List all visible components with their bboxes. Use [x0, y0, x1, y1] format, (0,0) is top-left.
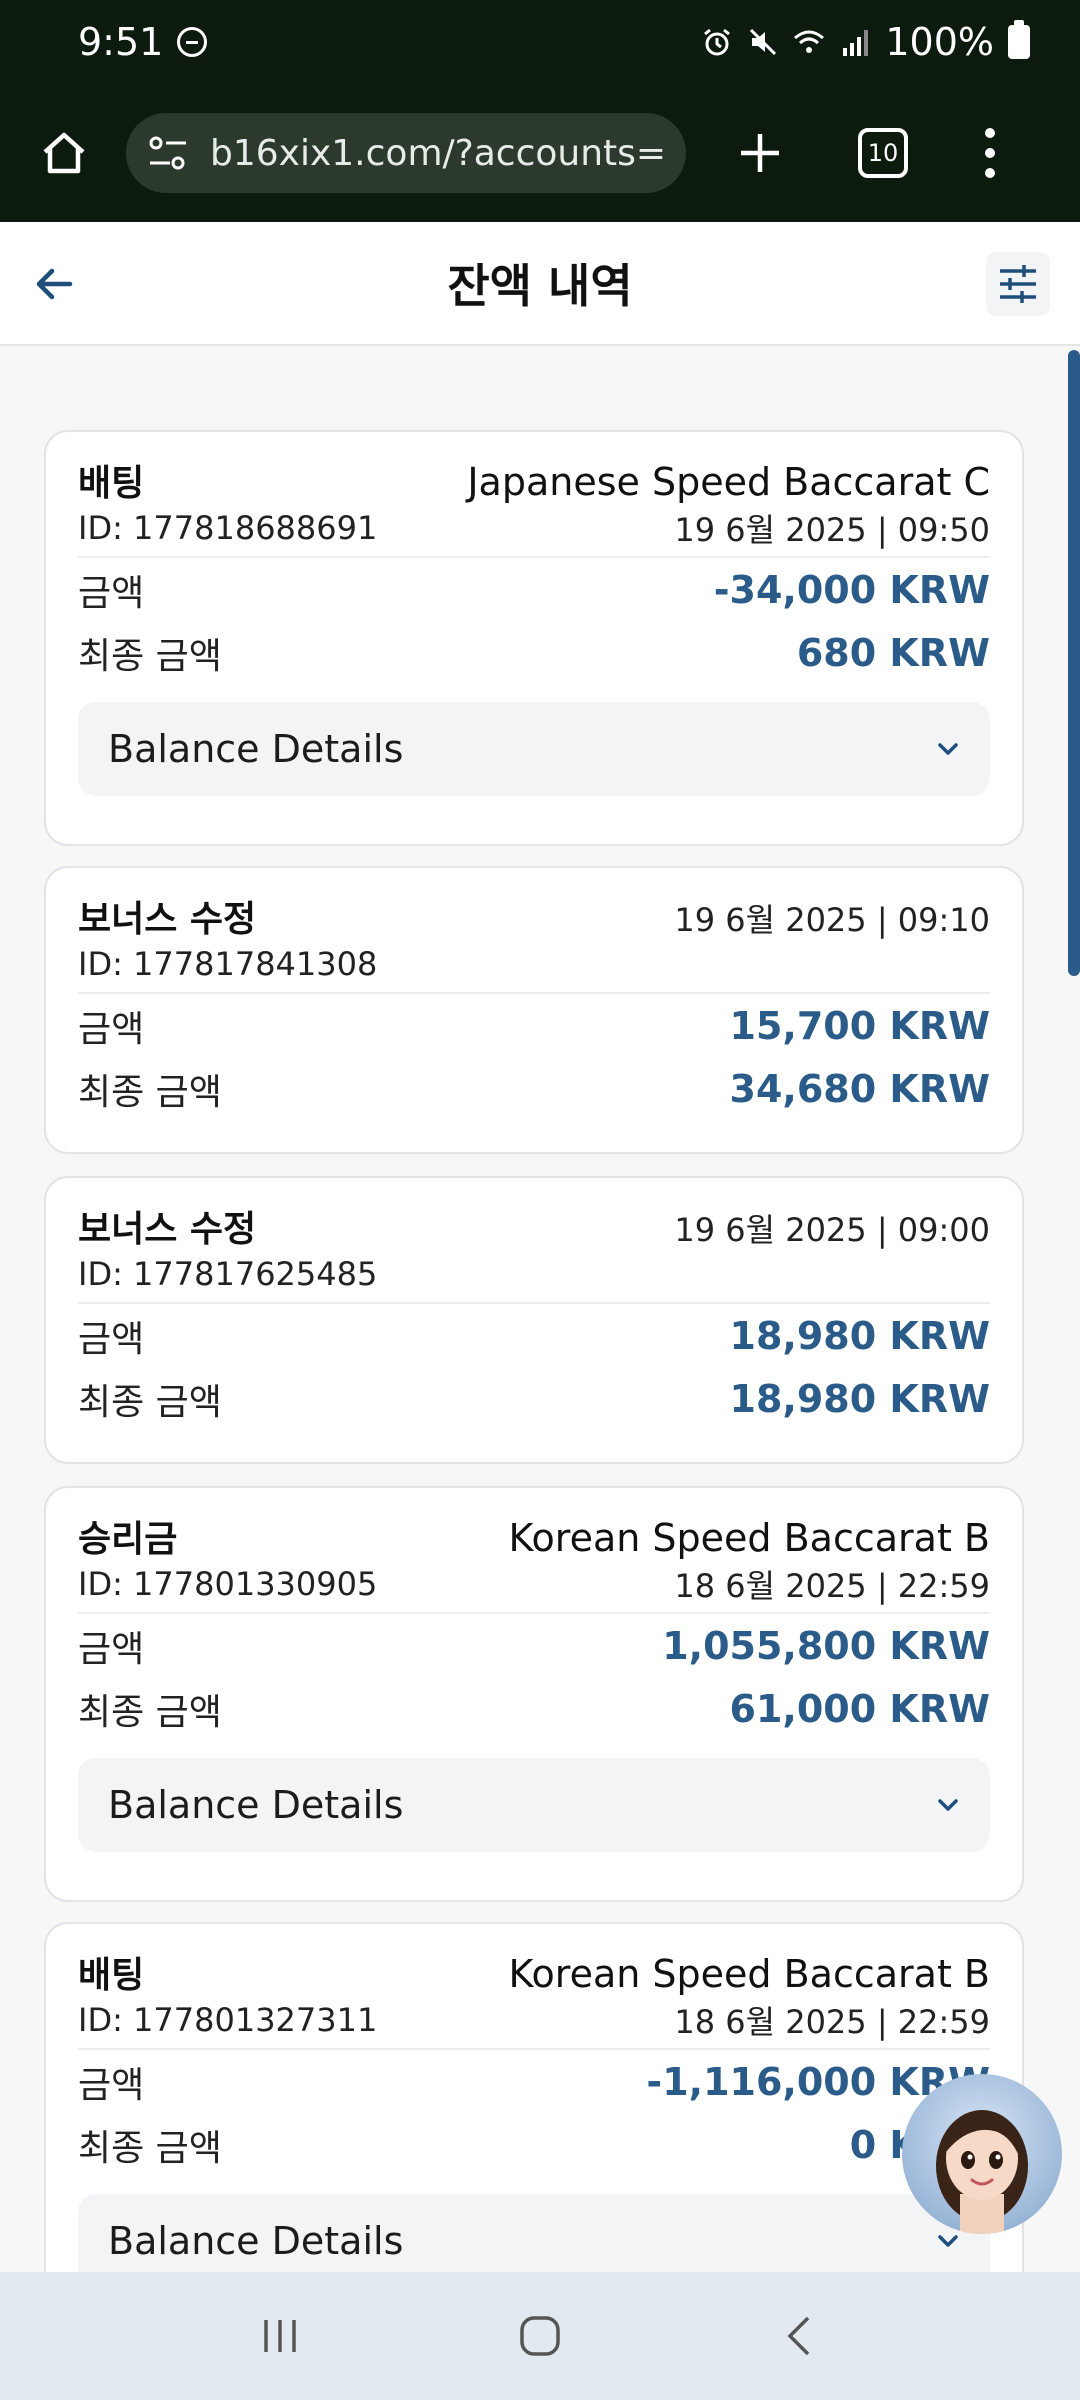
amount-value: 1,055,800 KRW: [662, 1623, 990, 1668]
final-amount-value: 34,680 KRW: [729, 1066, 991, 1111]
transaction-date: 18 6월 2025 | 22:59: [674, 1567, 990, 1605]
filter-button[interactable]: [986, 252, 1050, 316]
transaction-date: 19 6월 2025 | 09:10: [674, 901, 990, 939]
balance-details-toggle[interactable]: Balance Details: [78, 1758, 990, 1852]
tab-switcher-button[interactable]: 10: [858, 128, 908, 178]
final-amount-value: 61,000 KRW: [729, 1686, 991, 1731]
amount-label: 금액: [78, 572, 145, 614]
balance-details-label: Balance Details: [108, 1783, 404, 1827]
browser-toolbar: b16xix1.com/?accounts=%2 10: [0, 84, 1080, 222]
system-navigation-bar: [0, 2272, 1080, 2400]
page-header: 잔액 내역: [0, 222, 1080, 346]
home-nav-icon[interactable]: [518, 2314, 562, 2358]
transaction-card: 승리금 Korean Speed Baccarat B ID: 17780133…: [44, 1486, 1024, 1902]
menu-dot-icon: [985, 148, 995, 158]
arrow-left-icon: [36, 268, 73, 300]
battery-icon: [1008, 20, 1030, 59]
transaction-date: 19 6월 2025 | 09:50: [674, 511, 990, 549]
amount-label: 금액: [78, 1628, 145, 1670]
transaction-card: 보너스 수정 19 6월 2025 | 09:00 ID: 1778176254…: [44, 1176, 1024, 1464]
home-button[interactable]: [24, 113, 104, 193]
chevron-down-icon: [938, 1799, 958, 1811]
amount-label: 금액: [78, 1318, 145, 1360]
page-title: 잔액 내역: [447, 259, 633, 313]
assistant-avatar-button[interactable]: [902, 2074, 1062, 2234]
transactions-list[interactable]: 배팅 Japanese Speed Baccarat C ID: 1778186…: [0, 346, 1080, 2272]
transaction-type: 배팅: [78, 463, 145, 504]
transaction-type: 승리금: [78, 1519, 178, 1560]
new-tab-button[interactable]: [730, 113, 790, 193]
browser-menu-button[interactable]: [980, 113, 1000, 193]
game-name: Korean Speed Baccarat B: [508, 1516, 990, 1560]
url-text: b16xix1.com/?accounts=%2: [210, 132, 666, 174]
assistant-avatar-icon: [936, 2110, 1028, 2234]
transaction-type: 보너스 수정: [78, 1209, 257, 1250]
final-amount-label: 최종 금액: [78, 1381, 222, 1423]
transaction-id: ID: 177801327311: [78, 2001, 378, 2039]
mute-icon: [750, 28, 777, 56]
transaction-id: ID: 177818688691: [78, 509, 378, 547]
transaction-id: ID: 177801330905: [78, 1565, 378, 1603]
amount-label: 금액: [78, 1008, 145, 1050]
transaction-id: ID: 177817841308: [78, 945, 378, 983]
chevron-down-icon: [938, 2235, 958, 2247]
status-bar: 9:51 100%: [0, 0, 1080, 84]
final-amount-label: 최종 금액: [78, 1691, 222, 1733]
wifi-icon: [794, 30, 825, 53]
final-amount-label: 최종 금액: [78, 2127, 222, 2169]
transaction-type: 보너스 수정: [78, 899, 257, 940]
transaction-date: 19 6월 2025 | 09:00: [674, 1211, 990, 1249]
transaction-id: ID: 177817625485: [78, 1255, 378, 1293]
site-settings-icon: [149, 136, 186, 170]
amount-label: 금액: [78, 2064, 145, 2106]
back-nav-icon[interactable]: [778, 2314, 822, 2358]
amount-value: 18,980 KRW: [729, 1313, 991, 1358]
scrollbar[interactable]: [1068, 350, 1080, 976]
transaction-type: 배팅: [78, 1955, 145, 1996]
game-name: Japanese Speed Baccarat C: [467, 460, 990, 504]
url-field[interactable]: b16xix1.com/?accounts=%2: [126, 113, 686, 193]
back-button[interactable]: [26, 256, 82, 312]
final-amount-value: 18,980 KRW: [729, 1376, 991, 1421]
balance-details-label: Balance Details: [108, 727, 404, 771]
final-amount-label: 최종 금액: [78, 635, 222, 677]
transaction-card: 보너스 수정 19 6월 2025 | 09:10 ID: 1778178413…: [44, 866, 1024, 1154]
battery-percent: 100%: [885, 20, 994, 64]
recent-apps-icon[interactable]: [258, 2314, 302, 2358]
amount-value: 15,700 KRW: [729, 1003, 991, 1048]
status-time: 9:51: [78, 20, 164, 64]
balance-details-label: Balance Details: [108, 2219, 404, 2263]
final-amount-label: 최종 금액: [78, 1071, 222, 1113]
do-not-disturb-icon: [177, 27, 208, 57]
final-amount-value: 680 KRW: [796, 630, 990, 675]
transaction-card: 배팅 Korean Speed Baccarat B ID: 177801327…: [44, 1922, 1024, 2272]
balance-details-toggle[interactable]: Balance Details: [78, 2194, 990, 2272]
signal-icon: [843, 30, 869, 56]
chevron-down-icon: [938, 743, 958, 755]
transaction-card: 배팅 Japanese Speed Baccarat C ID: 1778186…: [44, 430, 1024, 846]
game-name: Korean Speed Baccarat B: [508, 1952, 990, 1996]
alarm-icon: [704, 28, 731, 56]
menu-dot-icon: [985, 128, 995, 138]
balance-details-toggle[interactable]: Balance Details: [78, 702, 990, 796]
menu-dot-icon: [985, 168, 995, 178]
sliders-icon: [1000, 265, 1036, 303]
transaction-date: 18 6월 2025 | 22:59: [674, 2003, 990, 2041]
plus-icon: [741, 134, 779, 172]
amount-value: -34,000 KRW: [713, 567, 990, 612]
home-icon: [43, 132, 85, 174]
